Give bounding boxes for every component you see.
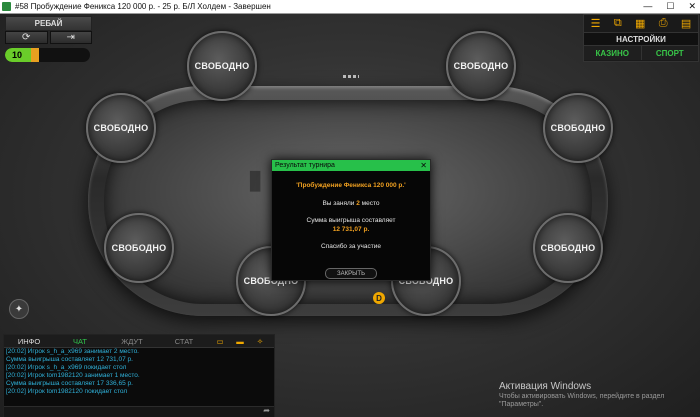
seat-5[interactable]: СВОБОДНО — [104, 213, 174, 283]
chat-message: Сумма выигрыша составляет 12 731,07 р. — [6, 356, 133, 363]
tab-waiting[interactable]: ЖДУТ — [106, 335, 158, 347]
tab-chat[interactable]: ЧАТ — [54, 335, 106, 347]
dealer-button: D — [373, 292, 385, 304]
seat-1[interactable]: СВОБОДНО — [187, 31, 257, 101]
refresh-icon: ⟳ — [22, 32, 31, 43]
seat-label: СВОБОДНО — [550, 123, 606, 133]
chat-message: Сумма выигрыша составляет 17 336,65 р. — [6, 380, 133, 387]
minimize-icon[interactable]: — — [643, 0, 652, 13]
dialog-title: Результат турнира — [275, 162, 335, 169]
dialog-close-button[interactable]: ЗАКРЫТЬ — [325, 268, 377, 279]
tournament-result-dialog: Результат турнира ✕ 'Пробуждение Феникса… — [271, 159, 431, 281]
chat-message: [20:02] Игрок tom1982120 занимает 1 мест… — [6, 372, 140, 379]
tournament-name: 'Пробуждение Феникса 120 000 р.' — [296, 182, 406, 189]
title-bar: #58 Пробуждение Феникса 120 000 р. - 25 … — [0, 0, 700, 14]
tab-info[interactable]: ИНФО — [4, 335, 54, 347]
menu-icon[interactable]: ☰ — [591, 17, 601, 30]
seat-label: СВОБОДНО — [540, 243, 596, 253]
camera-icon[interactable]: ⎙ — [659, 17, 668, 30]
activation-subtitle-2: "Параметры". — [499, 401, 544, 408]
car-icon[interactable]: ▬ — [230, 335, 250, 347]
top-right-panel: ☰ ⧉ ▦ ⎙ ▤ НАСТРОЙКИ КАЗИНО СПОРТ — [583, 14, 699, 62]
chat-panel: ИНФО ЧАТ ЖДУТ СТАТ ▭ ▬ ✧ [20:02] Игрок s… — [3, 334, 275, 417]
rebuy-button[interactable]: РЕБАЙ — [5, 16, 92, 31]
activation-subtitle-1: Чтобы активировать Windows, перейдите в … — [499, 393, 665, 400]
seat-2[interactable]: СВОБОДНО — [446, 31, 516, 101]
seat-4[interactable]: СВОБОДНО — [543, 93, 613, 163]
activation-title: Активация Windows — [499, 381, 592, 392]
win-amount: 12 731,07 р. — [332, 226, 370, 233]
seat-3[interactable]: СВОБОДНО — [86, 93, 156, 163]
place-number: 2 — [356, 200, 360, 207]
exit-icon: ⇥ — [66, 32, 75, 43]
seat-6[interactable]: СВОБОДНО — [533, 213, 603, 283]
win-text: Сумма выигрыша составляет — [306, 217, 396, 224]
chat-input[interactable]: ➦ — [4, 406, 274, 417]
seat-label: СВОБОДНО — [453, 61, 509, 71]
timer-value: 10 — [12, 50, 23, 60]
place-text: Вы заняли 2 место — [272, 200, 430, 207]
seat-label: СВОБОДНО — [194, 61, 250, 71]
chat-message: [20:02] Игрок s_h_a_x969 покидает стол — [6, 364, 127, 371]
place-prefix: Вы заняли — [322, 200, 355, 207]
exit-button[interactable]: ⇥ — [49, 31, 92, 44]
poker-table-area: ▮ ОМ СВОБОДНО СВОБОДНО СВОБОДНО СВОБОДНО… — [0, 14, 700, 417]
grid-icon[interactable]: ▦ — [635, 17, 645, 30]
folder-icon[interactable]: ▤ — [681, 17, 691, 30]
window-title: #58 Пробуждение Феникса 120 000 р. - 25 … — [15, 2, 271, 11]
chat-icon[interactable]: ▭ — [210, 335, 230, 347]
thanks-text: Спасибо за участие — [321, 243, 381, 250]
table-dots — [343, 75, 359, 78]
app-icon — [2, 2, 11, 11]
sport-button[interactable]: СПОРТ — [640, 45, 698, 60]
chat-message: [20:02] Игрок s_h_a_x969 занимает 2 мест… — [6, 348, 139, 355]
gift-icon[interactable]: ✦ — [9, 299, 29, 319]
send-icon[interactable]: ➦ — [263, 406, 270, 415]
casino-button[interactable]: КАЗИНО — [584, 45, 641, 60]
emoji-icon[interactable]: ✧ — [250, 335, 270, 347]
refresh-button[interactable]: ⟳ — [5, 31, 48, 44]
windows-activation: Активация Windows Чтобы активировать Win… — [499, 381, 664, 408]
timer-bar: 10 — [5, 48, 90, 62]
chat-message: [20:02] Игрок tom1982120 покидает стол — [6, 388, 128, 395]
settings-button[interactable]: НАСТРОЙКИ — [584, 32, 698, 45]
dialog-close-icon[interactable]: ✕ — [420, 161, 427, 170]
maximize-icon[interactable]: ☐ — [666, 0, 674, 13]
place-suffix: место — [361, 200, 380, 207]
close-icon[interactable]: ✕ — [688, 0, 696, 13]
seat-label: СВОБОДНО — [111, 243, 167, 253]
seat-label: СВОБОДНО — [93, 123, 149, 133]
tab-stats[interactable]: СТАТ — [158, 335, 210, 347]
tables-icon[interactable]: ⧉ — [614, 17, 622, 30]
